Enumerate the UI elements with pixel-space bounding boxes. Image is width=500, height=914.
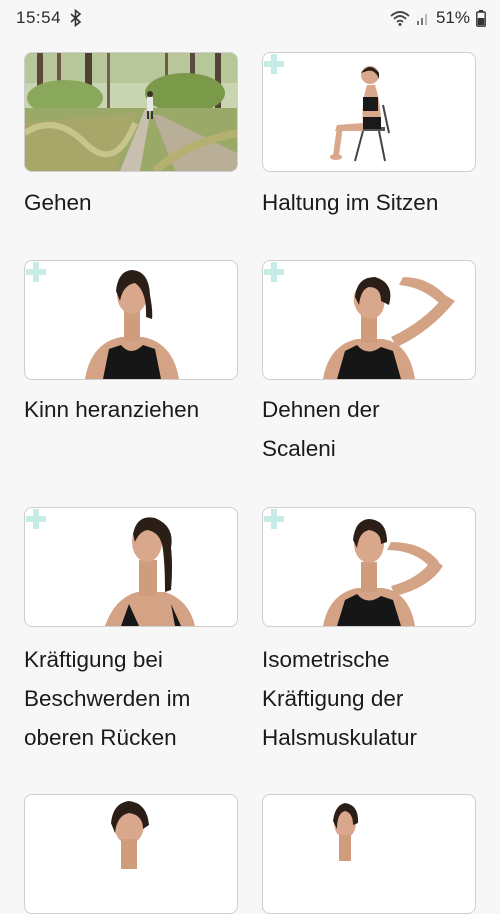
exercise-title: Gehen [24,190,92,215]
exercise-title: Haltung im Sitzen [262,190,439,215]
exercise-title-line-3: oberen Rücken [24,725,177,750]
woman-front-portrait-image [85,270,179,379]
exercise-thumbnail [262,794,476,914]
exercise-thumbnail [262,260,476,380]
add-icon[interactable] [25,261,47,283]
sitting-woman-image [330,66,390,162]
add-icon[interactable] [263,53,285,75]
exercise-title-line-1: Kräftigung bei [24,647,163,672]
woman-isometric-neck-image [323,519,443,626]
exercise-thumbnail [24,260,238,380]
wifi-icon [390,11,410,26]
battery-percentage: 51% [435,8,470,27]
woman-side-portrait-image [105,517,195,626]
woman-portrait-image [333,803,359,861]
signal-icon [416,14,427,25]
exercise-title-line-3: Halsmuskulatur [262,725,418,750]
status-bar: 15:54 51% [0,0,500,36]
exercise-title-line-2: Beschwerden im [24,686,191,711]
exercise-thumbnail [262,52,476,172]
woman-portrait-image [111,801,149,869]
exercise-thumbnail [24,507,238,627]
exercise-title-line-1: Dehnen der [262,397,380,422]
exercise-title-line-2: Kräftigung der [262,686,404,711]
add-icon[interactable] [263,261,285,283]
exercise-thumbnail [24,52,238,172]
bluetooth-icon [70,9,82,27]
exercise-thumbnail [24,794,238,914]
battery-icon [476,9,486,27]
exercise-thumbnail [262,507,476,627]
forest-path-photo [25,53,237,171]
exercise-title: Kinn heranziehen [24,397,200,422]
exercise-title-line-1: Isometrische [262,647,390,672]
exercise-grid: Gehen Haltung im Sitzen Kinn heranziehen… [0,36,500,914]
woman-neck-stretch-image [323,277,455,379]
add-icon[interactable] [25,508,47,530]
exercise-title-line-2: Scaleni [262,436,336,461]
add-icon[interactable] [263,508,285,530]
status-time: 15:54 [16,8,62,27]
